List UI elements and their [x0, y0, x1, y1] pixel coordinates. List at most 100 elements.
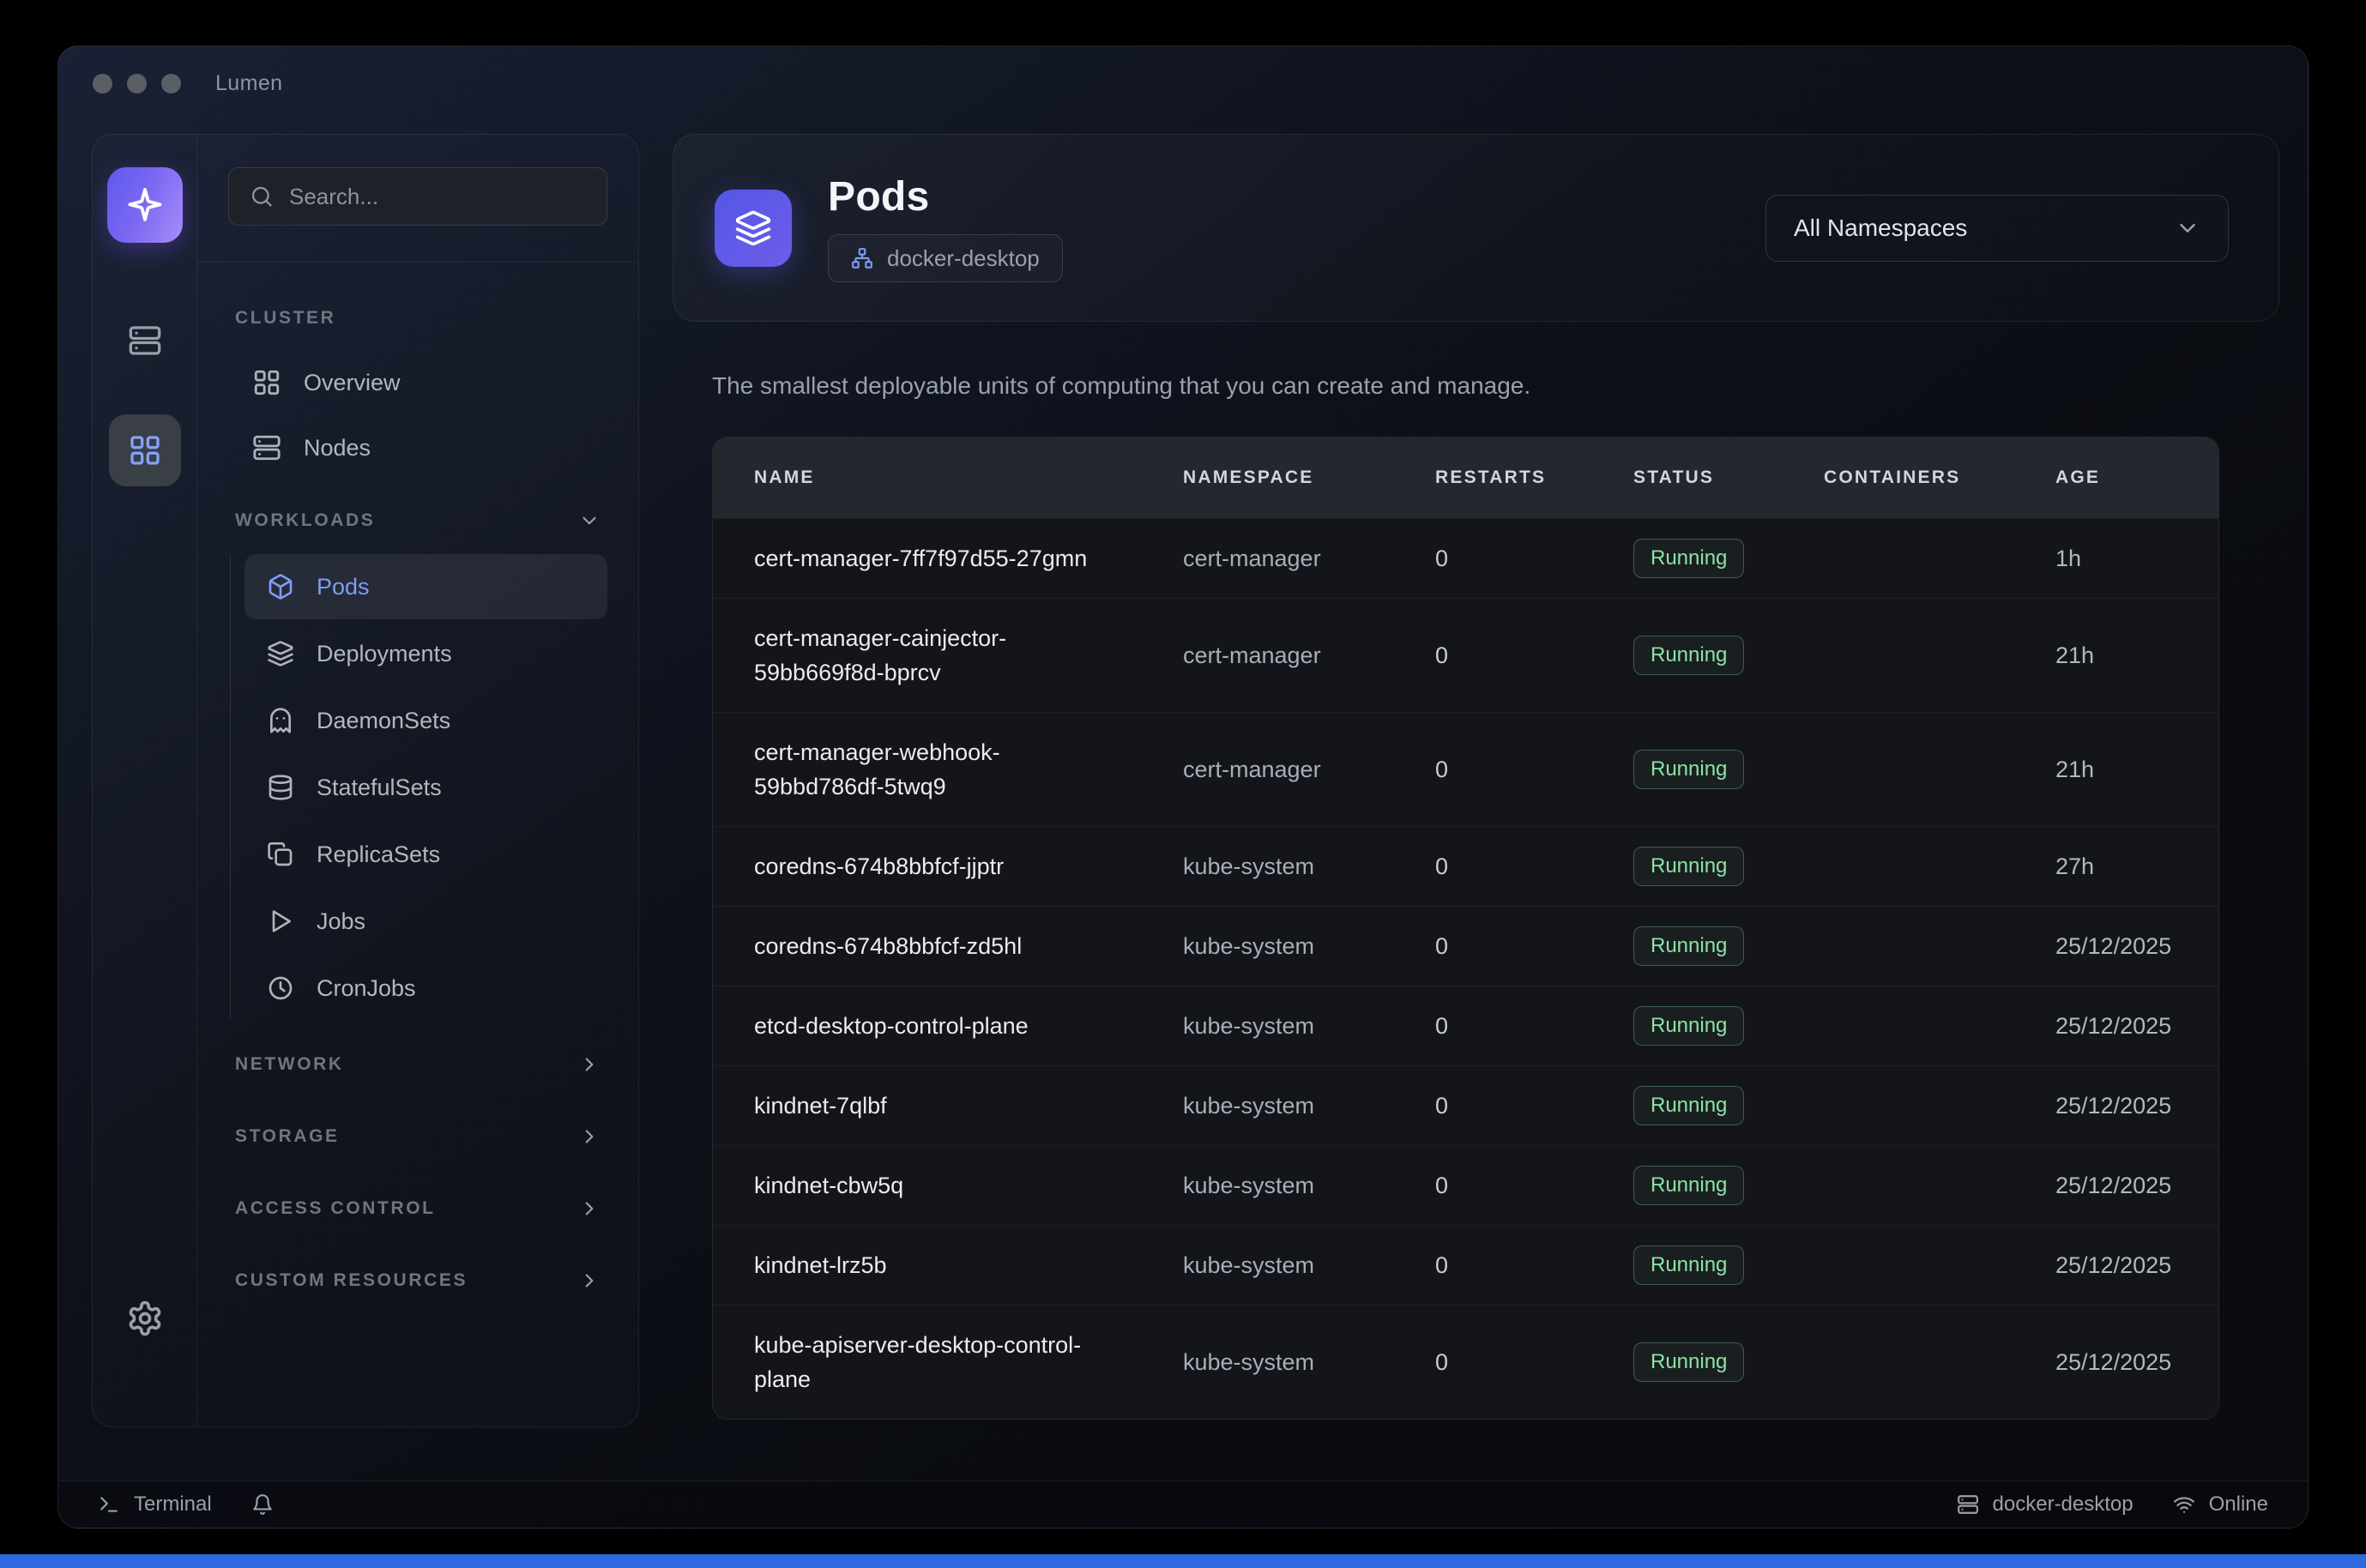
section-header-workloads[interactable]: WORKLOADS	[228, 489, 607, 552]
search-input[interactable]	[289, 184, 586, 210]
col-header-status: STATUS	[1633, 467, 1824, 488]
pod-age: 25/12/2025	[2055, 933, 2218, 960]
app-logo	[107, 167, 183, 243]
table-row[interactable]: cert-manager-7ff7f97d55-27gmn cert-manage…	[713, 518, 2218, 598]
sidebar-item-label: Nodes	[304, 435, 371, 461]
col-header-name: NAME	[754, 467, 1183, 488]
sidebar-item-label: CronJobs	[317, 975, 416, 1002]
icon-rail	[93, 135, 197, 1426]
pod-namespace: kube-system	[1183, 1252, 1435, 1279]
connection-status: Online	[2173, 1493, 2268, 1517]
col-header-restarts: RESTARTS	[1435, 467, 1633, 488]
table-row[interactable]: cert-manager-cainjector-59bb669f8d-bprcv…	[713, 598, 2218, 712]
sidebar-item-deployments[interactable]: Deployments	[244, 621, 607, 686]
status-badge: Running	[1633, 1086, 1744, 1125]
section-header-cluster: CLUSTER	[228, 286, 607, 350]
page-header-card: Pods docker-desktop All Namespaces	[673, 134, 2279, 322]
sidebar-nav: CLUSTER Overview Nodes WORKLOADSPods Deploym…	[197, 135, 638, 1426]
pod-namespace: cert-manager	[1183, 546, 1435, 572]
pod-restarts: 0	[1435, 1252, 1633, 1279]
section-header-access-control[interactable]: ACCESS CONTROL	[228, 1177, 607, 1240]
maximize-button[interactable]	[161, 74, 181, 93]
sidebar-item-label: Deployments	[317, 641, 452, 667]
table-row[interactable]: kindnet-7qlbfkube-system0Running25/12/20…	[713, 1065, 2218, 1145]
col-header-age: AGE	[2055, 467, 2218, 488]
page-title: Pods	[828, 173, 1063, 220]
col-header-containers: CONTAINERS	[1824, 467, 2055, 488]
layers-icon	[267, 640, 294, 667]
sidebar-item-statefulsets[interactable]: StatefulSets	[244, 755, 607, 820]
table-row[interactable]: kindnet-lrz5bkube-system0Running25/12/20…	[713, 1225, 2218, 1305]
pod-restarts: 0	[1435, 1093, 1633, 1119]
pod-namespace: kube-system	[1183, 933, 1435, 960]
pod-name: kindnet-cbw5q	[754, 1146, 1102, 1225]
pod-age: 1h	[2055, 546, 2218, 572]
sidebar-item-label: StatefulSets	[317, 775, 442, 801]
sidebar-item-overview[interactable]: Overview	[228, 350, 607, 415]
sidebar-item-nodes[interactable]: Nodes	[228, 415, 607, 480]
cluster-context-badge: docker-desktop	[828, 234, 1063, 282]
grid-icon	[252, 368, 281, 397]
pod-status-cell: Running	[1633, 1086, 1824, 1125]
app-window: Lumen	[57, 45, 2309, 1529]
section-label-cluster: CLUSTER	[235, 308, 335, 329]
section-header-storage[interactable]: STORAGE	[228, 1105, 607, 1168]
pod-age: 25/12/2025	[2055, 1173, 2218, 1199]
pod-containers-cell	[1824, 1098, 2055, 1113]
statusbar-cluster-indicator[interactable]: docker-desktop	[1957, 1493, 2134, 1517]
search-field[interactable]	[228, 167, 607, 226]
rail-resources-button[interactable]	[109, 414, 181, 486]
rail-cluster-button[interactable]	[109, 305, 181, 377]
table-row[interactable]: coredns-674b8bbfcf-zd5hlkube-system0Runn…	[713, 906, 2218, 986]
table-row[interactable]: kindnet-cbw5qkube-system0Running25/12/20…	[713, 1145, 2218, 1225]
page-description: The smallest deployable units of computi…	[712, 372, 1530, 400]
traffic-lights	[93, 74, 181, 93]
pod-status-cell: Running	[1633, 1166, 1824, 1205]
sidebar-item-replicasets[interactable]: ReplicaSets	[244, 822, 607, 887]
terminal-toggle[interactable]: Terminal	[98, 1493, 212, 1517]
settings-button[interactable]	[109, 1282, 181, 1354]
status-badge: Running	[1633, 750, 1744, 789]
desktop-accent-strip	[0, 1554, 2366, 1568]
notifications-button[interactable]	[251, 1493, 274, 1516]
status-badge: Running	[1633, 1245, 1744, 1285]
sidebar-item-jobs[interactable]: Jobs	[244, 889, 607, 954]
minimize-button[interactable]	[127, 74, 147, 93]
sidebar: CLUSTER Overview Nodes WORKLOADSPods Deploym…	[92, 134, 639, 1427]
pod-containers-cell	[1824, 762, 2055, 777]
pod-status-cell: Running	[1633, 1006, 1824, 1046]
sidebar-item-pods[interactable]: Pods	[244, 554, 607, 619]
table-row[interactable]: etcd-desktop-control-planekube-system0Ru…	[713, 986, 2218, 1065]
server-icon	[252, 433, 281, 462]
pod-status-cell: Running	[1633, 1342, 1824, 1382]
pod-containers-cell	[1824, 1178, 2055, 1193]
chevron-right-icon	[578, 1269, 601, 1292]
terminal-icon	[98, 1493, 120, 1516]
section-header-custom-resources[interactable]: CUSTOM RESOURCES	[228, 1249, 607, 1312]
cluster-context-label: docker-desktop	[887, 245, 1040, 272]
clock-icon	[267, 974, 294, 1002]
pod-status-cell: Running	[1633, 539, 1824, 578]
pod-namespace: kube-system	[1183, 1013, 1435, 1040]
cube-icon	[267, 573, 294, 600]
sidebar-item-cronjobs[interactable]: CronJobs	[244, 956, 607, 1021]
database-icon	[267, 774, 294, 801]
pod-restarts: 0	[1435, 933, 1633, 960]
play-icon	[267, 908, 294, 935]
chevron-down-icon	[578, 510, 601, 532]
table-row[interactable]: coredns-674b8bbfcf-jjptrkube-system0Runn…	[713, 826, 2218, 906]
section-label-access-control: ACCESS CONTROL	[235, 1198, 436, 1219]
namespace-select[interactable]: All Namespaces	[1765, 195, 2229, 262]
pod-name: kindnet-lrz5b	[754, 1226, 1102, 1305]
pod-name: cert-manager-cainjector-59bb669f8d-bprcv	[754, 599, 1102, 712]
pod-restarts: 0	[1435, 853, 1633, 880]
table-row[interactable]: kube-apiserver-desktop-control-planekube…	[713, 1305, 2218, 1419]
section-header-network[interactable]: NETWORK	[228, 1033, 607, 1096]
pod-name: cert-manager-7ff7f97d55-27gmn	[754, 519, 1102, 598]
close-button[interactable]	[93, 74, 112, 93]
pod-status-cell: Running	[1633, 926, 1824, 966]
nav-sections: CLUSTER Overview Nodes WORKLOADSPods Deploym…	[197, 262, 638, 1426]
table-row[interactable]: cert-manager-webhook-59bbd786df-5twq9cer…	[713, 712, 2218, 826]
sidebar-item-daemonsets[interactable]: DaemonSets	[244, 688, 607, 753]
chevron-down-icon	[2175, 215, 2200, 241]
